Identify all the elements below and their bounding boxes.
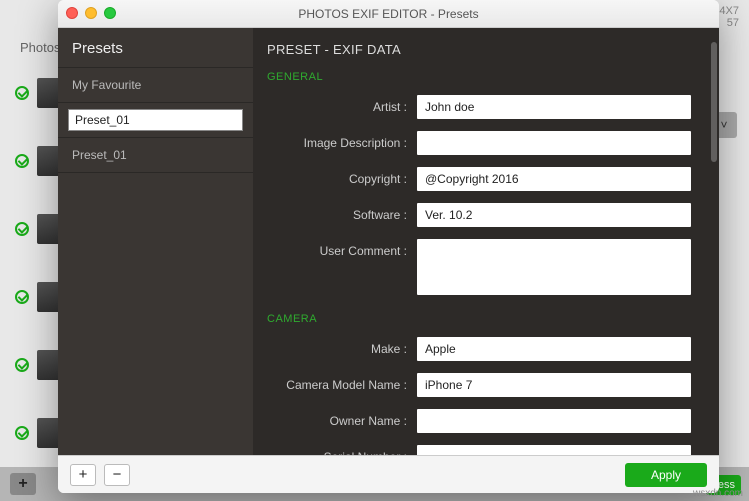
section-camera: CAMERA <box>267 313 691 325</box>
sidebar-item-favourite[interactable]: My Favourite <box>58 68 253 103</box>
label-artist: Artist : <box>267 95 417 114</box>
label-copyright: Copyright : <box>267 167 417 186</box>
sidebar-title: Presets <box>58 28 253 67</box>
bg-add-button[interactable]: + <box>10 473 36 495</box>
input-make[interactable] <box>417 337 691 361</box>
watermark: wsxdn.com <box>693 488 743 499</box>
label-serial: Serial Number : <box>267 445 417 455</box>
label-software: Software : <box>267 203 417 222</box>
sheet-footer: + − Apply <box>58 455 719 493</box>
bg-thumbnail-strip <box>15 78 60 486</box>
input-owner[interactable] <box>417 409 691 433</box>
presets-sheet: PHOTOS EXIF EDITOR - Presets Presets My … <box>58 0 719 493</box>
input-artist[interactable] <box>417 95 691 119</box>
zoom-icon[interactable] <box>104 7 116 19</box>
input-software[interactable] <box>417 203 691 227</box>
remove-preset-button[interactable]: − <box>104 464 130 486</box>
label-make: Make : <box>267 337 417 356</box>
section-general: GENERAL <box>267 71 691 83</box>
preset-name-input[interactable] <box>68 109 243 131</box>
label-image-description: Image Description : <box>267 131 417 150</box>
main-panel: PRESET - EXIF DATA GENERAL Artist : Imag… <box>253 28 719 455</box>
window-title: PHOTOS EXIF EDITOR - Presets <box>298 7 478 21</box>
sidebar-item-preset01[interactable]: Preset_01 <box>58 138 253 173</box>
scrollbar-thumb[interactable] <box>711 42 717 162</box>
label-user-comment: User Comment : <box>267 239 417 258</box>
sheet-titlebar: PHOTOS EXIF EDITOR - Presets <box>58 0 719 28</box>
label-model: Camera Model Name : <box>267 373 417 392</box>
input-user-comment[interactable] <box>417 239 691 295</box>
input-serial[interactable] <box>417 445 691 455</box>
apply-button[interactable]: Apply <box>625 463 707 487</box>
label-owner: Owner Name : <box>267 409 417 428</box>
input-model[interactable] <box>417 373 691 397</box>
traffic-lights[interactable] <box>66 7 116 19</box>
presets-sidebar: Presets My Favourite Preset_01 <box>58 28 253 455</box>
panel-title: PRESET - EXIF DATA <box>267 42 691 57</box>
sidebar-item-edit[interactable] <box>58 103 253 138</box>
bg-photos-label: Photos <box>20 40 60 55</box>
minimize-icon[interactable] <box>85 7 97 19</box>
input-image-description[interactable] <box>417 131 691 155</box>
close-icon[interactable] <box>66 7 78 19</box>
add-preset-button[interactable]: + <box>70 464 96 486</box>
input-copyright[interactable] <box>417 167 691 191</box>
